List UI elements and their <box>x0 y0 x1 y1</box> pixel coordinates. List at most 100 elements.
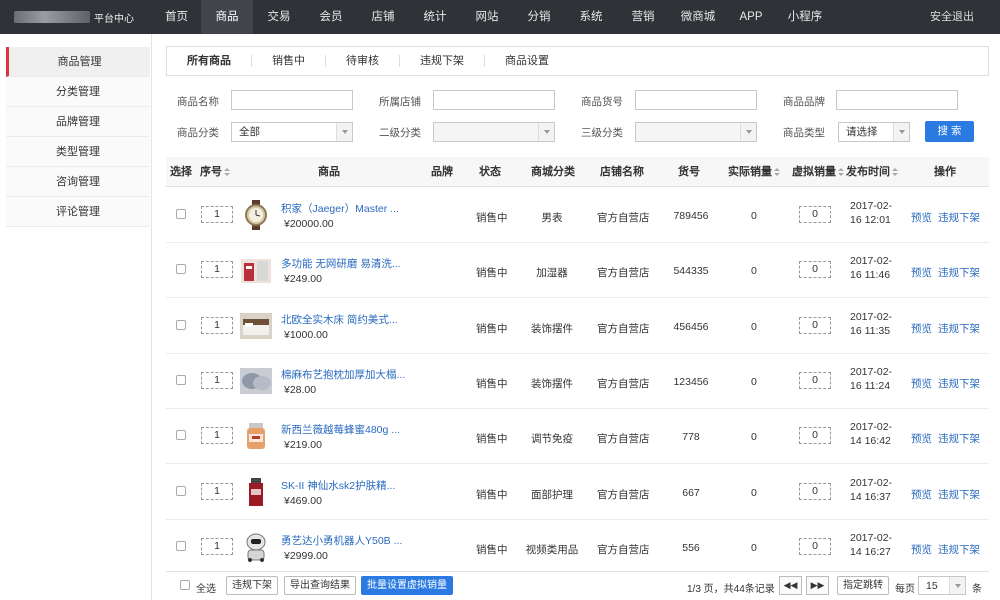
next-page-icon[interactable]: ▶▶ <box>806 576 829 595</box>
prev-page-icon[interactable]: ◀◀ <box>779 576 802 595</box>
table-row: 1 新西兰薇越莓蜂蜜480g ... ¥219.00 销售中 调节免疫 官方自营店 778 0… <box>166 409 989 465</box>
violation-remove-link[interactable]: 违规下架 <box>938 431 980 446</box>
row-checkbox[interactable] <box>176 209 186 219</box>
category-select[interactable]: 全部 <box>231 122 353 142</box>
product-thumbnail <box>240 200 272 230</box>
product-name-link[interactable]: 棉麻布艺抱枕加厚加大榻... <box>281 367 411 382</box>
product-name-link[interactable]: 积家（Jaeger）Master ... <box>281 201 411 216</box>
nav-item-marketing[interactable]: 营销 <box>617 0 669 34</box>
violation-remove-link[interactable]: 违规下架 <box>938 542 980 557</box>
nav-item-trade[interactable]: 交易 <box>253 0 305 34</box>
table-row: 1 积家（Jaeger）Master ... ¥20000.00 销售中 男表 官方自营店… <box>166 188 989 243</box>
virtual-sales-input[interactable]: 0 <box>799 482 831 500</box>
sub-category-select[interactable] <box>433 122 555 142</box>
header-virtual-sales[interactable]: 虚拟销量 <box>792 157 844 187</box>
sidebar-item-goods-manage[interactable]: 商品管理 <box>6 47 150 77</box>
nav-item-stats[interactable]: 统计 <box>409 0 461 34</box>
export-results-button[interactable]: 导出查询结果 <box>284 576 356 595</box>
virtual-sales-input[interactable]: 0 <box>799 537 831 555</box>
virtual-sales-input[interactable]: 0 <box>799 371 831 389</box>
product-name-link[interactable]: 新西兰薇越莓蜂蜜480g ... <box>281 422 411 437</box>
tab-all-goods[interactable]: 所有商品 <box>167 47 251 75</box>
product-actual-sales: 0 <box>751 486 757 499</box>
third-category-select[interactable] <box>635 122 757 142</box>
violation-remove-link[interactable]: 违规下架 <box>938 487 980 502</box>
sort-order-input[interactable]: 1 <box>201 371 233 389</box>
nav-item-goods[interactable]: 商品 <box>201 0 253 34</box>
brand-input[interactable] <box>836 90 958 110</box>
nav-item-store[interactable]: 店铺 <box>357 0 409 34</box>
nav-item-system[interactable]: 系统 <box>565 0 617 34</box>
virtual-sales-input[interactable]: 0 <box>799 206 831 223</box>
sort-order-input[interactable]: 1 <box>201 427 233 445</box>
batch-virtual-sales-button[interactable]: 批量设置虚拟销量 <box>361 576 453 595</box>
violation-remove-link[interactable]: 违规下架 <box>938 265 980 280</box>
preview-link[interactable]: 预览 <box>911 431 932 446</box>
row-checkbox[interactable] <box>176 319 186 330</box>
select-all-checkbox[interactable] <box>180 580 190 590</box>
preview-link[interactable]: 预览 <box>911 487 932 502</box>
row-checkbox[interactable] <box>176 264 186 275</box>
preview-link[interactable]: 预览 <box>911 210 932 225</box>
search-button[interactable]: 搜 索 <box>925 121 974 142</box>
sort-order-input[interactable]: 1 <box>201 482 233 500</box>
product-name-link[interactable]: 勇艺达小勇机器人Y50B ... <box>281 533 411 548</box>
tab-violation-removed[interactable]: 违规下架 <box>400 47 484 75</box>
product-name-link[interactable]: SK-II 神仙水sk2护肤精... <box>281 478 411 493</box>
header-publish-time[interactable]: 发布时间 <box>846 157 898 187</box>
preview-link[interactable]: 预览 <box>911 542 932 557</box>
sku-input[interactable] <box>635 90 757 110</box>
header-store-name: 店铺名称 <box>600 166 644 178</box>
sidebar: 商品管理 分类管理 品牌管理 类型管理 咨询管理 评论管理 <box>0 34 152 600</box>
nav-item-home[interactable]: 首页 <box>152 0 201 34</box>
store-input[interactable] <box>433 90 555 110</box>
row-checkbox[interactable] <box>176 540 186 551</box>
tab-goods-settings[interactable]: 商品设置 <box>485 47 569 75</box>
per-page-value: 15 <box>926 580 938 592</box>
sidebar-item-brand-manage[interactable]: 品牌管理 <box>6 107 150 137</box>
virtual-sales-input[interactable]: 0 <box>799 261 831 279</box>
publish-time: 14 16:42 <box>850 435 891 448</box>
batch-violation-button[interactable]: 违规下架 <box>226 576 278 595</box>
product-name-link[interactable]: 多功能 无网研磨 易清洗... <box>281 256 411 271</box>
row-checkbox[interactable] <box>176 485 186 496</box>
tab-pending-review[interactable]: 待审核 <box>326 47 399 75</box>
nav-item-website[interactable]: 网站 <box>461 0 513 34</box>
goods-type-select[interactable]: 请选择 <box>838 122 910 142</box>
header-seq[interactable]: 序号 <box>200 157 230 187</box>
nav-item-mini-program[interactable]: 小程序 <box>775 0 835 34</box>
row-checkbox[interactable] <box>176 430 186 441</box>
sidebar-item-review-manage[interactable]: 评论管理 <box>6 197 150 227</box>
nav-item-distribution[interactable]: 分销 <box>513 0 565 34</box>
product-sku: 667 <box>682 486 700 499</box>
sort-order-input[interactable]: 1 <box>201 206 233 223</box>
virtual-sales-input[interactable]: 0 <box>799 316 831 334</box>
logout-link[interactable]: 安全退出 <box>930 0 974 34</box>
nav-item-member[interactable]: 会员 <box>305 0 357 34</box>
preview-link[interactable]: 预览 <box>911 376 932 391</box>
per-page-select[interactable]: 15 <box>918 576 966 595</box>
nav-item-micro-mall[interactable]: 微商城 <box>669 0 727 34</box>
violation-remove-link[interactable]: 违规下架 <box>938 321 980 336</box>
violation-remove-link[interactable]: 违规下架 <box>938 376 980 391</box>
tab-on-sale[interactable]: 销售中 <box>252 47 325 75</box>
sidebar-item-category-manage[interactable]: 分类管理 <box>6 77 150 107</box>
chevron-down-icon <box>949 577 965 594</box>
row-checkbox[interactable] <box>176 374 186 385</box>
sort-order-input[interactable]: 1 <box>201 316 233 334</box>
goods-name-input[interactable] <box>231 90 353 110</box>
sort-order-input[interactable]: 1 <box>201 261 233 279</box>
sidebar-item-type-manage[interactable]: 类型管理 <box>6 137 150 167</box>
sidebar-item-consult-manage[interactable]: 咨询管理 <box>6 167 150 197</box>
goods-type-select-value: 请选择 <box>846 126 878 138</box>
preview-link[interactable]: 预览 <box>911 321 932 336</box>
header-actual-sales[interactable]: 实际销量 <box>728 157 780 187</box>
nav-item-app[interactable]: APP <box>727 0 775 34</box>
sort-order-input[interactable]: 1 <box>201 537 233 555</box>
virtual-sales-input[interactable]: 0 <box>799 427 831 445</box>
product-thumbnail <box>240 366 272 396</box>
jump-page-button[interactable]: 指定跳转 <box>837 576 889 595</box>
violation-remove-link[interactable]: 违规下架 <box>938 210 980 225</box>
preview-link[interactable]: 预览 <box>911 265 932 280</box>
product-name-link[interactable]: 北欧全实木床 简约美式... <box>281 312 411 327</box>
